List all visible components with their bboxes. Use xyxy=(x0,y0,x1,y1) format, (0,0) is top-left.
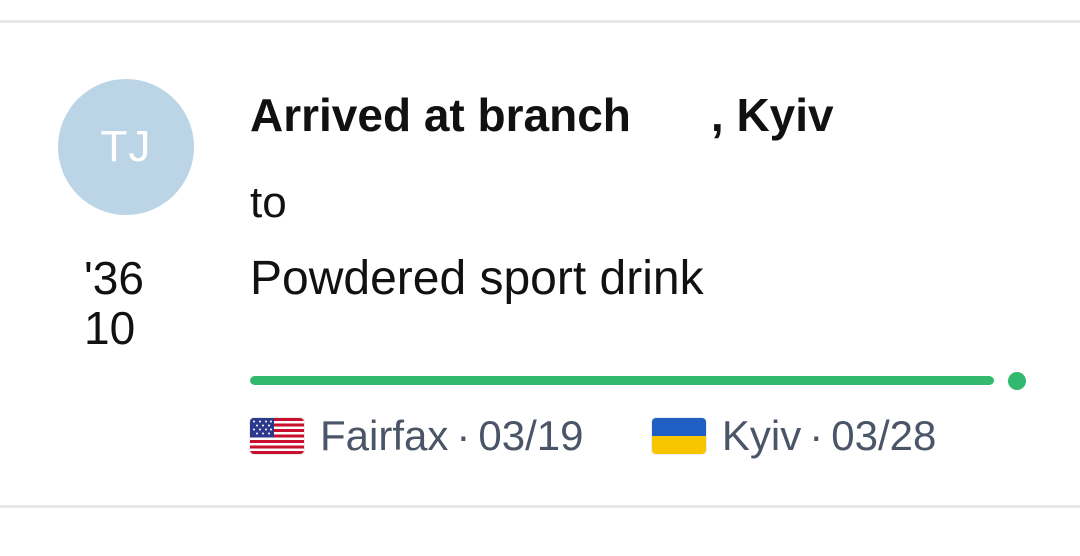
date-year: '36 xyxy=(84,252,144,304)
origin-separator: · xyxy=(456,412,471,459)
progress-endpoint-dot xyxy=(1008,372,1026,390)
date-column: '36 10 xyxy=(84,253,184,353)
us-flag-icon xyxy=(250,418,304,454)
item-name: Powdered sport drink xyxy=(250,252,704,305)
bottom-divider xyxy=(0,505,1080,508)
avatar: TJ xyxy=(58,79,194,215)
status-prefix: Arrived at branch xyxy=(250,89,631,141)
destination-separator: · xyxy=(809,412,824,459)
ukraine-flag-icon xyxy=(651,418,706,454)
route: Fairfax · 03/19 Kyiv · 03/28 xyxy=(250,411,1050,461)
status-suffix: , Kyiv xyxy=(710,89,834,141)
destination-date: 03/28 xyxy=(831,412,937,459)
destination-stop: Kyiv · 03/28 xyxy=(651,411,937,461)
date-day: 10 xyxy=(84,302,136,354)
origin-date: 03/19 xyxy=(478,412,584,459)
delivery-progress-bar xyxy=(250,372,1028,390)
origin-city: Fairfax xyxy=(320,412,449,459)
destination-city: Kyiv xyxy=(721,412,802,459)
shipment-card[interactable]: TJ '36 10 Arrived at branch , Kyiv to Pow… xyxy=(0,23,1080,505)
shipment-status: Arrived at branch , Kyiv xyxy=(250,85,1050,145)
progress-track xyxy=(250,376,994,385)
progress-fill xyxy=(250,376,994,385)
origin-stop: Fairfax · 03/19 xyxy=(250,411,583,461)
shipment-details: Arrived at branch , Kyiv to Powdered spor… xyxy=(250,85,1050,309)
connector-label: to xyxy=(250,178,287,227)
avatar-initials: TJ xyxy=(100,122,152,171)
